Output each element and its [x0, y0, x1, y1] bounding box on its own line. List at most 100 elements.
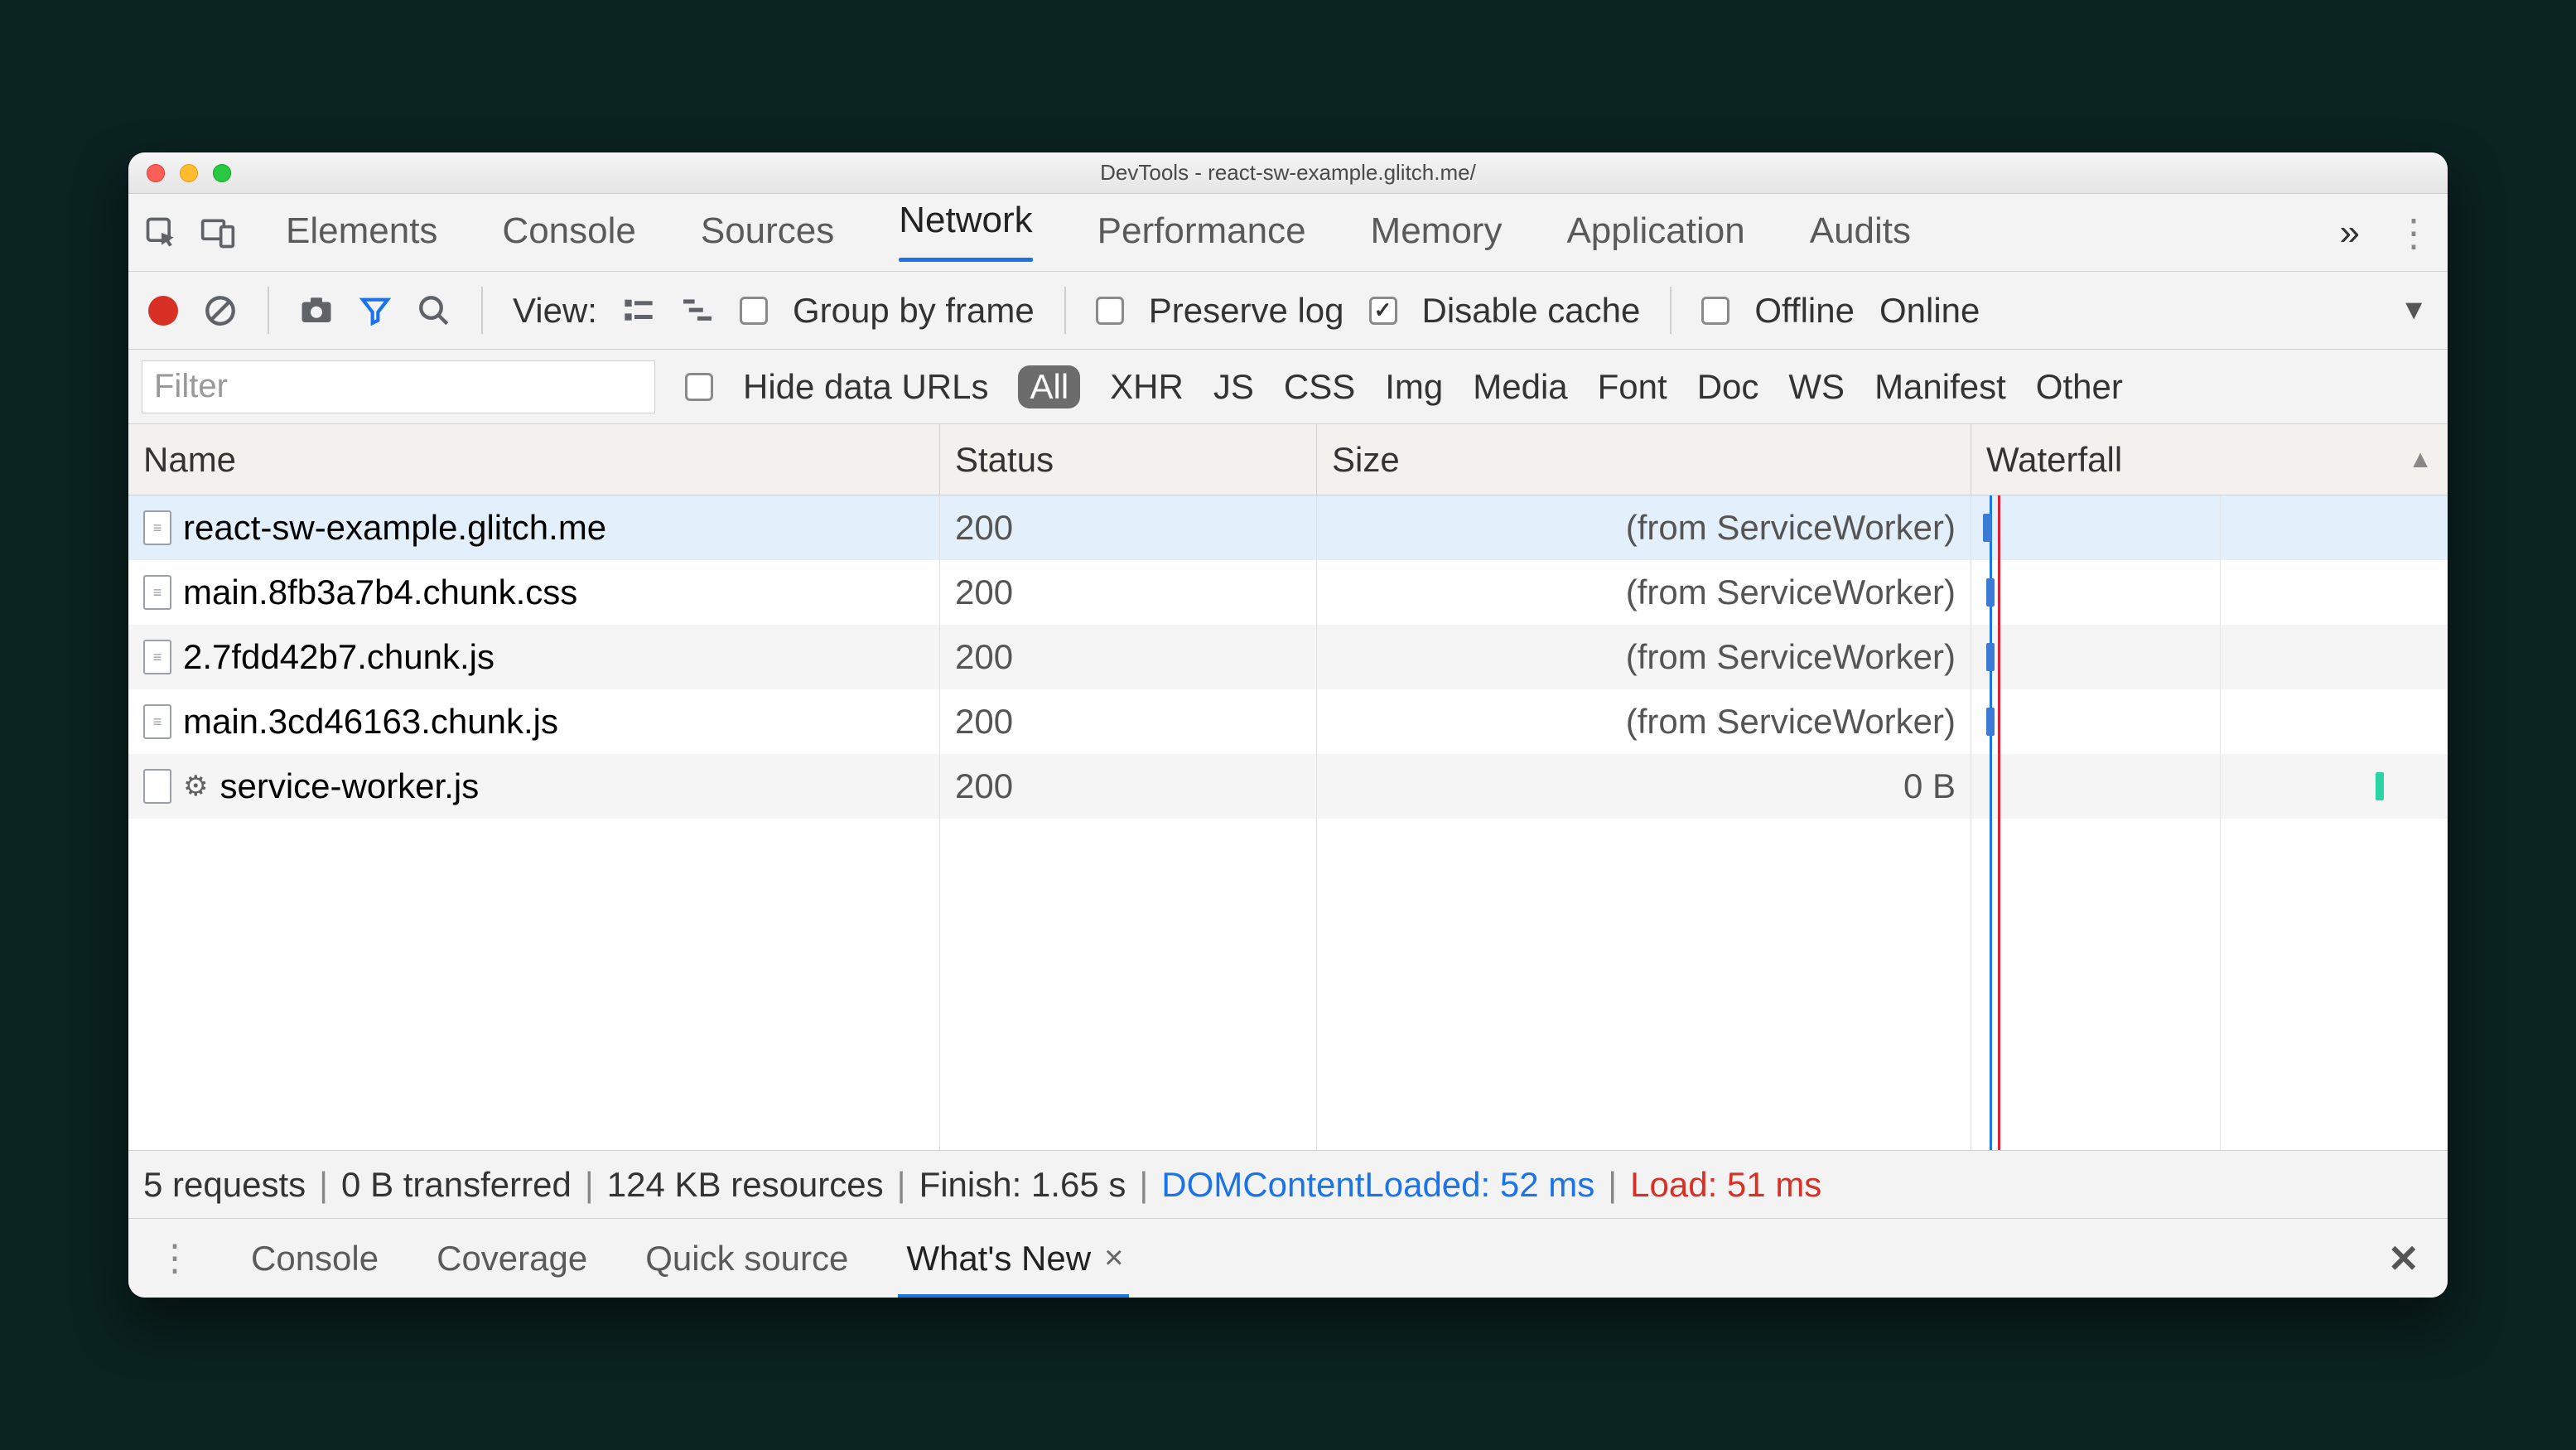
status-transferred: 0 B transferred [341, 1165, 572, 1205]
online-label[interactable]: Online [1879, 291, 1980, 331]
capture-screenshot-icon[interactable] [299, 295, 334, 326]
more-tabs-icon[interactable]: » [2340, 212, 2360, 254]
tab-audits[interactable]: Audits [1810, 210, 1911, 255]
gear-icon: ⚙ [183, 770, 208, 803]
hide-data-urls-label: Hide data URLs [743, 367, 988, 407]
status-requests: 5 requests [143, 1165, 306, 1205]
file-icon: ≡ [143, 704, 171, 739]
filter-bar: Hide data URLs All XHR JS CSS Img Media Font Do… [128, 350, 2448, 424]
inspect-element-icon[interactable] [143, 215, 180, 251]
filter-type-all[interactable]: All [1018, 365, 1080, 408]
titlebar: DevTools - react-sw-example.glitch.me/ [128, 152, 2448, 194]
table-row[interactable]: ≡main.3cd46163.chunk.js200(from ServiceW… [128, 689, 2448, 754]
large-rows-icon[interactable] [622, 297, 655, 325]
tab-sources[interactable]: Sources [701, 210, 834, 255]
record-button[interactable] [148, 296, 178, 326]
tab-memory[interactable]: Memory [1371, 210, 1503, 255]
drawer-close-icon[interactable]: ✕ [2387, 1236, 2419, 1281]
tab-console[interactable]: Console [502, 210, 635, 255]
request-size: (from ServiceWorker) [1317, 689, 1971, 754]
preserve-log-checkbox[interactable] [1096, 297, 1124, 325]
disable-cache-label: Disable cache [1422, 291, 1641, 331]
drawer-tab-console[interactable]: Console [251, 1239, 379, 1278]
status-bar: 5 requests| 0 B transferred| 124 KB reso… [128, 1150, 2448, 1218]
status-load: Load: 51 ms [1630, 1165, 1821, 1205]
filter-type-other[interactable]: Other [2036, 367, 2123, 407]
file-icon: ≡ [143, 640, 171, 674]
filter-type-media[interactable]: Media [1473, 367, 1567, 407]
drawer-kebab-icon[interactable]: ⋮ [157, 1237, 193, 1279]
request-size: 0 B [1317, 754, 1971, 819]
tab-performance[interactable]: Performance [1097, 210, 1306, 255]
status-finish: Finish: 1.65 s [919, 1165, 1126, 1205]
request-size: (from ServiceWorker) [1317, 560, 1971, 625]
filter-type-font[interactable]: Font [1598, 367, 1667, 407]
throttling-dropdown-icon[interactable]: ▼ [2400, 294, 2428, 326]
settings-kebab-icon[interactable]: ⋮ [2395, 210, 2433, 255]
view-label: View: [513, 291, 597, 331]
request-size: (from ServiceWorker) [1317, 625, 1971, 689]
request-status: 200 [940, 495, 1317, 560]
request-waterfall [1971, 560, 2448, 625]
drawer-tab-coverage[interactable]: Coverage [437, 1239, 587, 1278]
table-row[interactable]: ⚙ service-worker.js 2000 B [128, 754, 2448, 819]
disable-cache-checkbox[interactable] [1369, 297, 1397, 325]
filter-type-manifest[interactable]: Manifest [1874, 367, 2006, 407]
request-waterfall [1971, 495, 2448, 560]
sort-indicator-icon: ▲ [2408, 446, 2433, 474]
zoom-window-button[interactable] [213, 164, 231, 182]
drawer-tab-quick-source[interactable]: Quick source [645, 1239, 848, 1278]
clear-icon[interactable] [203, 293, 238, 328]
tab-network[interactable]: Network [899, 200, 1032, 265]
group-by-frame-label: Group by frame [793, 291, 1035, 331]
request-name: main.8fb3a7b4.chunk.css [183, 573, 577, 612]
request-name: react-sw-example.glitch.me [183, 508, 606, 548]
filter-type-css[interactable]: CSS [1284, 367, 1355, 407]
file-icon [143, 769, 171, 804]
tab-application[interactable]: Application [1566, 210, 1744, 255]
filter-type-doc[interactable]: Doc [1697, 367, 1759, 407]
filter-icon[interactable] [359, 294, 392, 327]
request-waterfall [1971, 754, 2448, 819]
col-status[interactable]: Status [940, 424, 1317, 495]
filter-type-img[interactable]: Img [1385, 367, 1443, 407]
filter-type-ws[interactable]: WS [1788, 367, 1845, 407]
drawer: ⋮ Console Coverage Quick source What's New ×… [128, 1218, 2448, 1298]
request-size: (from ServiceWorker) [1317, 495, 1971, 560]
drawer-tab-close-icon[interactable]: × [1104, 1240, 1123, 1277]
table-row[interactable]: ≡ react-sw-example.glitch.me 200(from Serv… [128, 495, 2448, 560]
status-resources: 124 KB resources [607, 1165, 884, 1205]
window-controls [147, 164, 231, 182]
col-size[interactable]: Size [1317, 424, 1971, 495]
request-status: 200 [940, 754, 1317, 819]
filter-type-js[interactable]: JS [1213, 367, 1254, 407]
table-row[interactable]: ≡2.7fdd42b7.chunk.js200(from ServiceWork… [128, 625, 2448, 689]
file-icon: ≡ [143, 510, 171, 545]
minimize-window-button[interactable] [180, 164, 198, 182]
tab-elements[interactable]: Elements [286, 210, 437, 255]
col-name[interactable]: Name [128, 424, 940, 495]
request-name: main.3cd46163.chunk.js [183, 702, 558, 742]
overview-icon[interactable] [680, 297, 715, 325]
request-table: ≡react-sw-example.glitch.me200(from Serv… [128, 495, 2448, 1150]
offline-label: Offline [1754, 291, 1855, 331]
group-by-frame-checkbox[interactable] [740, 297, 768, 325]
network-toolbar: View: Group by frame Preserve log Disabl… [128, 272, 2448, 350]
request-name: service-worker.js [219, 766, 479, 806]
hide-data-urls-checkbox[interactable] [685, 373, 713, 401]
search-icon[interactable] [417, 293, 451, 328]
filter-type-xhr[interactable]: XHR [1110, 367, 1184, 407]
filter-input[interactable] [142, 360, 655, 413]
table-row[interactable]: ≡main.8fb3a7b4.chunk.css200(from Service… [128, 560, 2448, 625]
request-status: 200 [940, 560, 1317, 625]
status-dcl: DOMContentLoaded: 52 ms [1161, 1165, 1594, 1205]
offline-checkbox[interactable] [1701, 297, 1729, 325]
close-window-button[interactable] [147, 164, 165, 182]
device-toggle-icon[interactable] [200, 215, 236, 251]
preserve-log-label: Preserve log [1149, 291, 1344, 331]
col-waterfall[interactable]: Waterfall ▲ [1971, 424, 2448, 495]
devtools-window: DevTools - react-sw-example.glitch.me/ E… [128, 152, 2448, 1298]
table-header: Name Status Size Waterfall ▲ [128, 424, 2448, 495]
request-waterfall [1971, 625, 2448, 689]
drawer-tab-what-s-new[interactable]: What's New [906, 1239, 1091, 1278]
